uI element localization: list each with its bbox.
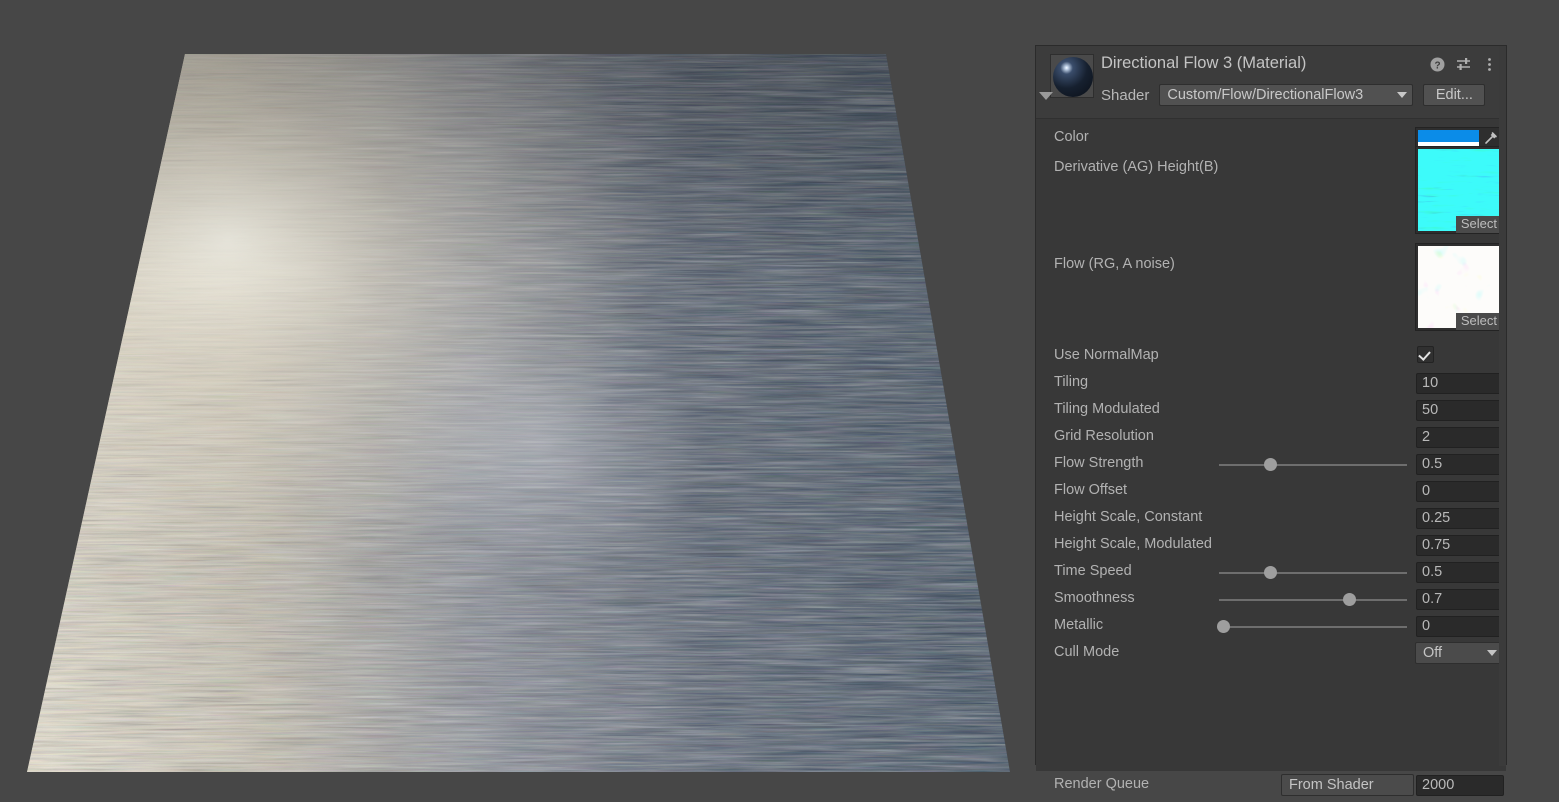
chevron-down-icon: [1487, 650, 1497, 656]
slider-track: [1219, 572, 1407, 574]
property-value-field[interactable]: 0: [1416, 616, 1504, 637]
property-label: Grid Resolution: [1054, 428, 1154, 444]
help-icon[interactable]: ?: [1429, 56, 1446, 73]
property-value-field[interactable]: 0.75: [1416, 535, 1504, 556]
unity-editor-window: Directional Flow 3 (Material) ? Shader C…: [0, 0, 1559, 802]
preset-icon[interactable]: [1455, 56, 1472, 73]
property-row-smoothness: Smoothness 0.7: [1036, 586, 1508, 613]
property-label: Smoothness: [1054, 590, 1135, 606]
render-queue-mode-value: From Shader: [1289, 777, 1374, 793]
shader-dropdown[interactable]: Custom/Flow/DirectionalFlow3: [1159, 84, 1414, 106]
property-row-height-scale-modulated: Height Scale, Modulated 0.75: [1036, 532, 1508, 559]
property-label: Cull Mode: [1054, 644, 1120, 660]
shader-dropdown-value: Custom/Flow/DirectionalFlow3: [1167, 87, 1364, 103]
slider-track: [1219, 599, 1407, 601]
scene-viewport[interactable]: [0, 0, 1035, 802]
inspector-scrollbar[interactable]: [1499, 46, 1506, 766]
property-row-tiling-modulated: Tiling Modulated 50: [1036, 397, 1508, 424]
property-slider[interactable]: [1219, 454, 1407, 475]
property-value-field[interactable]: 0.5: [1416, 454, 1504, 475]
property-label: Flow Offset: [1054, 482, 1128, 498]
property-value-field[interactable]: 0.7: [1416, 589, 1504, 610]
property-row-tiling: Tiling 10: [1036, 370, 1508, 397]
flow-texture-select-button[interactable]: Select: [1455, 313, 1502, 330]
property-row-metallic: Metallic 0: [1036, 613, 1508, 640]
property-row-render-queue: Render Queue From Shader 2000: [1036, 772, 1508, 799]
property-checkbox[interactable]: [1417, 346, 1434, 363]
property-label: Time Speed: [1054, 563, 1132, 579]
property-row-use-normalmap: Use NormalMap: [1036, 343, 1508, 370]
svg-text:?: ?: [1434, 61, 1440, 72]
render-queue-mode-dropdown[interactable]: From Shader: [1281, 774, 1414, 796]
property-row-derivative-texture: Derivative (AG) Height(B) Select: [1036, 146, 1508, 234]
property-label: Use NormalMap: [1054, 347, 1159, 363]
water-plane-render[interactable]: [0, 0, 1035, 802]
material-preview-sphere: [1053, 57, 1093, 97]
inspector-body: Color Derivative (AG) Height(B) Select F…: [1036, 119, 1508, 796]
color-swatch[interactable]: [1418, 130, 1479, 146]
foldout-arrow-icon[interactable]: [1039, 92, 1053, 100]
property-label: Tiling Modulated: [1054, 401, 1160, 417]
property-value-field[interactable]: 0: [1416, 481, 1504, 502]
color-swatch-main: [1418, 130, 1479, 142]
shader-label: Shader: [1101, 86, 1150, 104]
derivative-texture-label: Derivative (AG) Height(B): [1054, 159, 1219, 175]
inspector-header: Directional Flow 3 (Material) ? Shader C…: [1036, 46, 1506, 119]
property-row-grid-resolution: Grid Resolution 2: [1036, 424, 1508, 451]
property-label: Metallic: [1054, 617, 1104, 633]
slider-knob[interactable]: [1216, 620, 1230, 633]
property-value-field[interactable]: 2: [1416, 427, 1504, 448]
property-slider[interactable]: [1216, 616, 1407, 637]
derivative-texture-select-button[interactable]: Select: [1455, 216, 1502, 233]
property-slider[interactable]: [1219, 562, 1407, 583]
material-inspector-panel: Directional Flow 3 (Material) ? Shader C…: [1035, 45, 1507, 796]
property-value-field[interactable]: 10: [1416, 373, 1504, 394]
shader-row: Shader Custom/Flow/DirectionalFlow3 Edit…: [1101, 84, 1486, 106]
property-slider[interactable]: [1219, 589, 1407, 610]
property-row-flow-offset: Flow Offset 0: [1036, 478, 1508, 505]
render-queue-value[interactable]: 2000: [1416, 775, 1504, 796]
property-label: Height Scale, Modulated: [1054, 536, 1212, 552]
slider-knob[interactable]: [1263, 458, 1277, 471]
derivative-texture-slot[interactable]: Select: [1415, 146, 1503, 234]
edit-shader-button[interactable]: Edit...: [1423, 84, 1486, 106]
flow-texture-slot[interactable]: Select: [1415, 243, 1503, 331]
slider-track: [1219, 464, 1407, 466]
kebab-menu-icon[interactable]: [1481, 56, 1498, 73]
material-preview-thumbnail[interactable]: [1050, 54, 1094, 98]
property-value-field[interactable]: 0.5: [1416, 562, 1504, 583]
slider-knob[interactable]: [1342, 593, 1356, 606]
property-enum-value: Off: [1423, 645, 1443, 661]
property-row-time-speed: Time Speed 0.5: [1036, 559, 1508, 586]
chevron-down-icon: [1397, 92, 1408, 98]
property-label: Tiling: [1054, 374, 1089, 390]
property-label: Height Scale, Constant: [1054, 509, 1203, 525]
color-label: Color: [1054, 129, 1089, 145]
property-row-height-scale-constant: Height Scale, Constant 0.25: [1036, 505, 1508, 532]
property-row-flow-strength: Flow Strength 0.5: [1036, 451, 1508, 478]
property-row-flow-texture: Flow (RG, A noise) Select: [1036, 243, 1508, 331]
property-row-cull-mode: Cull Mode Off: [1036, 640, 1508, 667]
property-value-field[interactable]: 0.25: [1416, 508, 1504, 529]
flow-texture-label: Flow (RG, A noise): [1054, 256, 1175, 272]
property-value-field[interactable]: 50: [1416, 400, 1504, 421]
header-icon-group: ?: [1429, 56, 1498, 73]
render-queue-label: Render Queue: [1054, 776, 1150, 792]
slider-knob[interactable]: [1263, 566, 1277, 579]
property-enum-dropdown[interactable]: Off: [1415, 642, 1503, 664]
material-title: Directional Flow 3 (Material): [1101, 54, 1307, 72]
slider-track: [1219, 626, 1407, 628]
property-label: Flow Strength: [1054, 455, 1144, 471]
